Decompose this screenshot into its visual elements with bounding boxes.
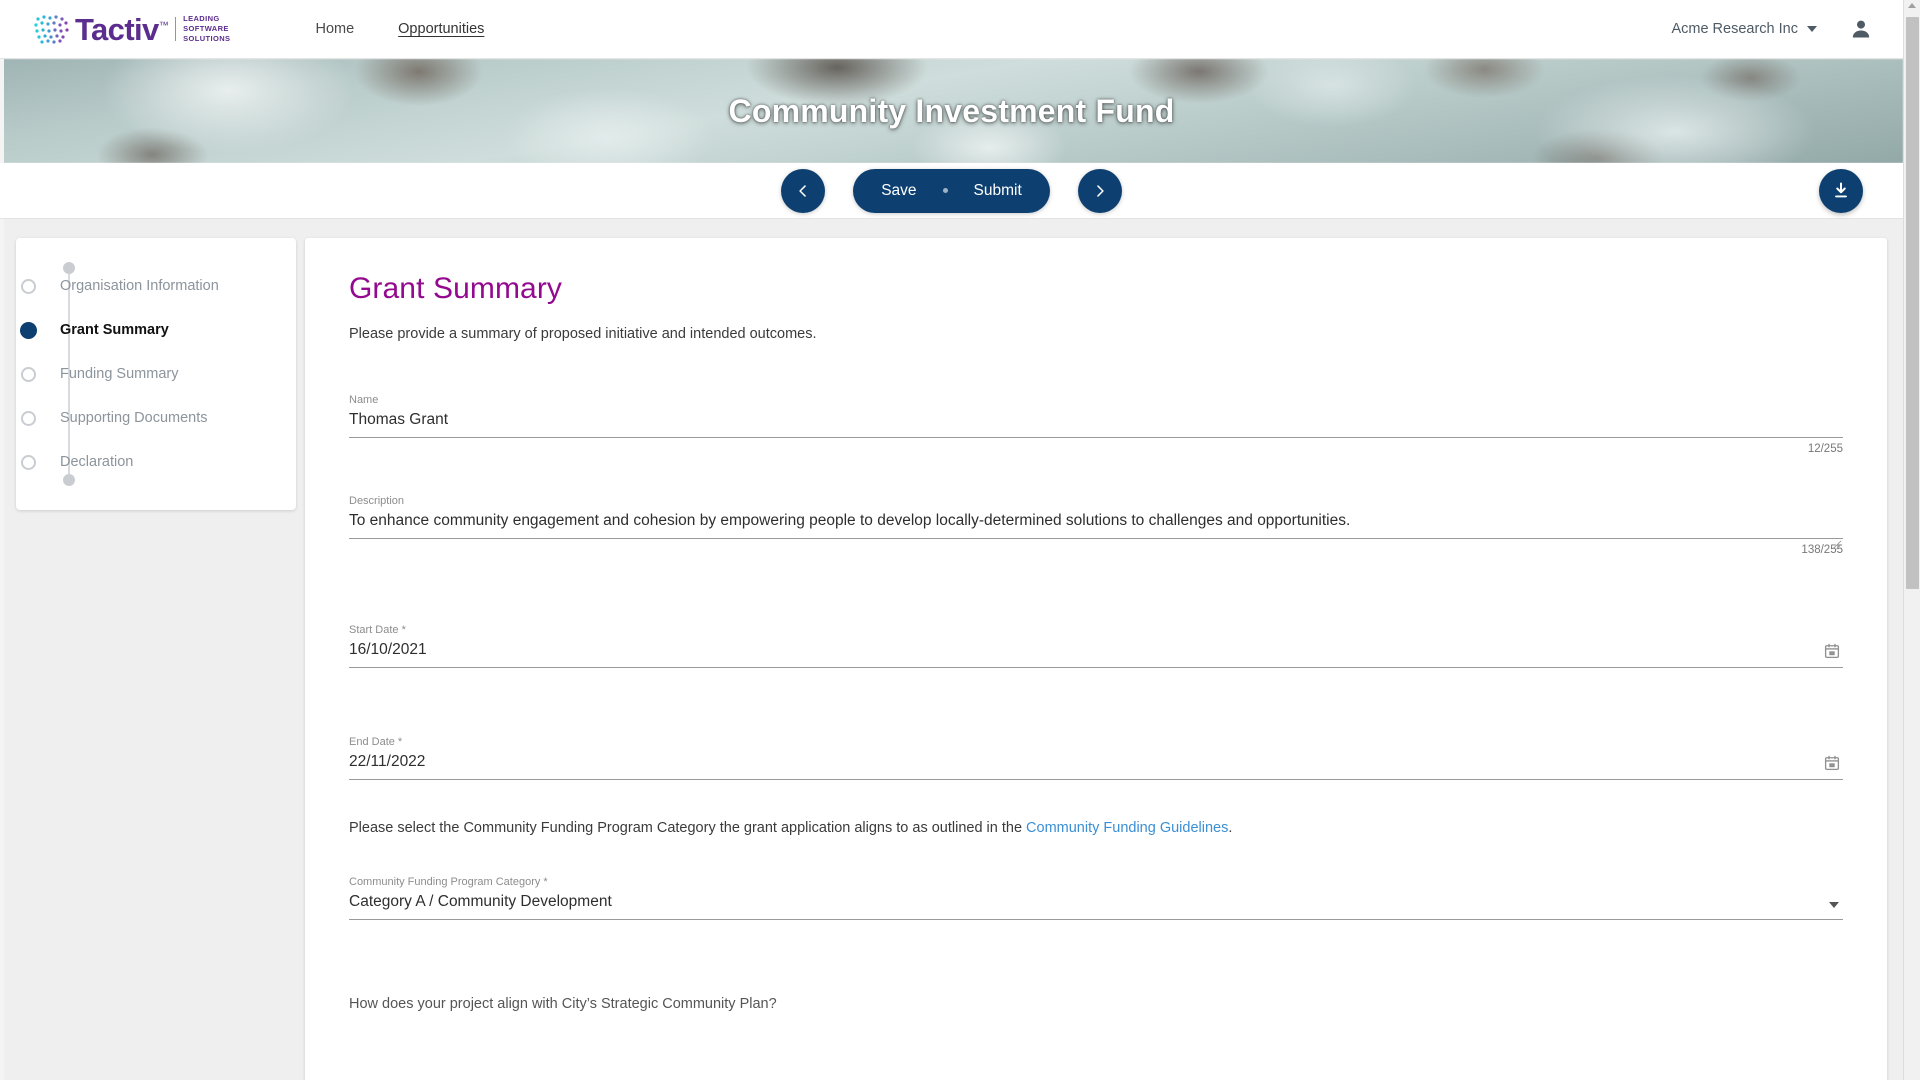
sidebar-item-organisation-information[interactable]: Organisation Information	[21, 264, 296, 308]
organisation-name: Acme Research Inc	[1671, 21, 1798, 37]
step-bullet-icon	[21, 454, 36, 470]
category-field-group: Community Funding Program Category * Cat…	[349, 876, 1843, 920]
calendar-icon[interactable]	[1823, 754, 1841, 772]
step-bullet-icon	[21, 410, 36, 426]
sidebar-item-label: Organisation Information	[60, 277, 219, 294]
sidebar-item-declaration[interactable]: Declaration	[21, 440, 296, 484]
progress-stepper-card: Organisation Information Grant Summary F…	[16, 238, 296, 510]
section-subtitle: Please provide a summary of proposed ini…	[349, 326, 817, 342]
chevron-left-icon	[799, 184, 807, 197]
vertical-scrollbar[interactable]	[1903, 0, 1920, 1080]
form-card: Grant Summary Please provide a summary o…	[305, 238, 1887, 1080]
previous-step-button[interactable]	[781, 168, 826, 213]
person-icon[interactable]	[1849, 17, 1873, 41]
sidebar-item-funding-summary[interactable]: Funding Summary	[21, 352, 296, 396]
page-left-edge	[0, 0, 4, 1080]
end-date-field-label: End Date *	[349, 736, 403, 748]
hero-banner: Community Investment Fund	[0, 59, 1903, 163]
sidebar-item-label: Declaration	[60, 453, 134, 470]
progress-stepper: Organisation Information Grant Summary F…	[16, 262, 296, 486]
category-field-underline	[349, 919, 1843, 920]
logo-divider	[175, 17, 177, 41]
primary-nav-links: Home Opportunities	[315, 21, 484, 37]
download-icon	[1835, 182, 1847, 197]
category-instruction-paragraph: Please select the Community Funding Prog…	[349, 820, 1843, 836]
resize-handle-icon[interactable]	[1831, 539, 1842, 550]
description-character-counter: 138/255	[1801, 544, 1843, 556]
community-funding-guidelines-link[interactable]: Community Funding Guidelines	[1026, 820, 1228, 836]
start-date-field-group: Start Date * 16/10/2021	[349, 624, 1843, 668]
logo-dot-matrix-icon	[34, 15, 69, 44]
organisation-selector[interactable]: Acme Research Inc	[1671, 21, 1817, 37]
vertical-scroll-thumb[interactable]	[1906, 17, 1919, 589]
sidebar-item-label: Supporting Documents	[60, 409, 208, 426]
logo-wordmark: Tactiv™	[75, 11, 169, 47]
description-field-group: Description To enhance community engagem…	[349, 495, 1843, 556]
end-date-input[interactable]: 22/11/2022	[349, 748, 1843, 779]
logo-tagline-line2: SOFTWARE	[183, 24, 229, 34]
end-date-field-group: End Date * 22/11/2022	[349, 736, 1843, 780]
next-step-button[interactable]	[1077, 168, 1122, 213]
name-character-counter: 12/255	[1807, 443, 1843, 455]
paragraph-text-before: Please select the Community Funding Prog…	[349, 820, 1027, 836]
step-bullet-icon	[21, 278, 36, 294]
step-bullet-active-icon	[20, 321, 37, 339]
end-date-field-underline	[349, 779, 1843, 780]
top-nav-right-cluster: Acme Research Inc	[1671, 17, 1873, 41]
nav-link-opportunities[interactable]: Opportunities	[398, 21, 484, 37]
start-date-input[interactable]: 16/10/2021	[349, 636, 1843, 667]
app-root: Tactiv™ LEADING SOFTWARE SOLUTIONS Home …	[0, 0, 1920, 1080]
scroll-up-arrow-icon[interactable]	[1908, 3, 1916, 8]
logo-tagline-line1: LEADING	[183, 14, 220, 24]
chevron-down-icon	[1807, 26, 1817, 32]
page-body: Organisation Information Grant Summary F…	[0, 220, 1903, 1080]
sidebar-item-grant-summary[interactable]: Grant Summary	[20, 308, 296, 352]
top-navigation-bar: Tactiv™ LEADING SOFTWARE SOLUTIONS Home …	[0, 0, 1903, 59]
logo-tagline: LEADING SOFTWARE SOLUTIONS	[183, 14, 230, 44]
section-title: Grant Summary	[349, 272, 563, 305]
download-button[interactable]	[1819, 168, 1863, 213]
description-field-label: Description	[349, 495, 405, 507]
tactiv-logo[interactable]: Tactiv™ LEADING SOFTWARE SOLUTIONS	[33, 9, 230, 49]
start-date-field-underline	[349, 667, 1843, 668]
save-submit-button-group[interactable]: Save Submit	[853, 168, 1050, 213]
name-field-group: Name Thomas Grant 12/255	[349, 394, 1843, 455]
button-separator-dot	[942, 188, 948, 193]
logo-wordmark-text: Tactiv	[75, 11, 159, 47]
save-button[interactable]: Save	[881, 182, 916, 200]
logo-trademark: ™	[158, 20, 169, 32]
logo-tagline-line3: SOLUTIONS	[183, 33, 231, 43]
sidebar-item-label: Funding Summary	[60, 365, 179, 382]
category-field-label: Community Funding Program Category *	[349, 876, 548, 888]
paragraph-text-after: .	[1228, 820, 1233, 836]
strategic-plan-question: How does your project align with City’s …	[349, 996, 777, 1012]
sidebar-item-label: Grant Summary	[60, 321, 169, 338]
nav-link-home[interactable]: Home	[315, 21, 354, 37]
action-toolbar: Save Submit	[0, 163, 1903, 219]
step-bullet-icon	[21, 366, 36, 382]
description-textarea[interactable]: To enhance community engagement and cohe…	[349, 507, 1843, 538]
name-field-underline	[349, 437, 1843, 438]
chevron-down-icon[interactable]	[1829, 902, 1839, 908]
submit-button[interactable]: Submit	[974, 182, 1022, 200]
calendar-icon[interactable]	[1823, 642, 1841, 660]
category-select[interactable]: Category A / Community Development	[349, 888, 1843, 919]
sidebar-item-supporting-documents[interactable]: Supporting Documents	[21, 396, 296, 440]
name-field-label: Name	[349, 394, 379, 406]
start-date-field-label: Start Date *	[349, 624, 406, 636]
name-input[interactable]: Thomas Grant	[349, 406, 1843, 437]
description-field-underline	[349, 538, 1843, 539]
page-title: Community Investment Fund	[728, 92, 1175, 129]
chevron-right-icon	[1096, 184, 1104, 197]
